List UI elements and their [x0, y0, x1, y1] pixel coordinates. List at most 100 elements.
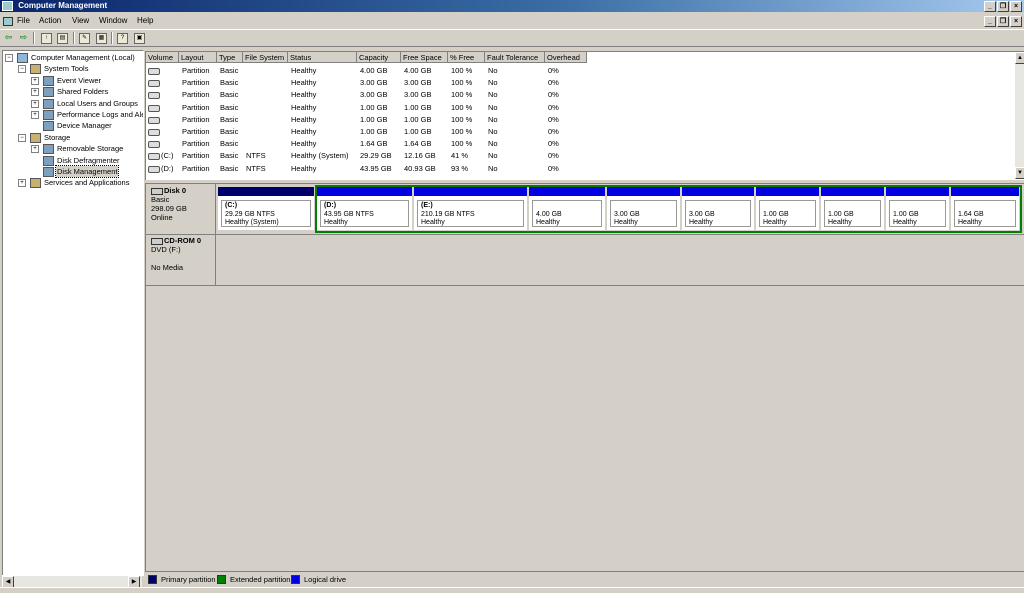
table-cell: 3.00 GB [404, 90, 432, 100]
child-restore-button[interactable]: ❐ [997, 16, 1009, 27]
table-row[interactable]: Partition Basic Healthy 4.00 GB 4.00 GB 100 %… [146, 65, 1006, 76]
partition-size: 1.00 GB [763, 210, 789, 218]
column-header[interactable]: Capacity [357, 52, 401, 63]
partition-block[interactable]: 3.00 GB Healthy [682, 187, 754, 230]
menu-help[interactable]: Help [137, 16, 153, 25]
partition-block[interactable]: 1.64 GB Healthy [951, 187, 1019, 230]
partition-block[interactable]: 1.00 GB Healthy [821, 187, 884, 230]
close-button[interactable]: × [1010, 1, 1022, 12]
system-menu-icon[interactable] [3, 17, 13, 26]
tree-item[interactable]: + Shared Folders [3, 86, 143, 98]
disk-detail [151, 254, 215, 263]
disk-label[interactable]: CD-ROM 0 DVD (F:) No Media [146, 234, 216, 285]
scroll-up-icon[interactable]: ▲ [1015, 52, 1024, 64]
column-header[interactable]: Free Space [401, 52, 448, 63]
table-row[interactable]: Partition Basic Healthy 3.00 GB 3.00 GB 100 %… [146, 89, 1006, 100]
scroll-down-icon[interactable]: ▼ [1015, 167, 1024, 179]
table-cell: Basic [220, 66, 239, 75]
minimize-button[interactable]: _ [984, 1, 996, 12]
column-header[interactable]: % Free [448, 52, 485, 63]
tree-item[interactable]: Disk Management [3, 165, 143, 178]
expand-icon[interactable]: + [31, 99, 39, 108]
column-header[interactable]: Volume [146, 52, 179, 63]
table-row[interactable]: (C:) Partition Basic NTFS Healthy (System) 29… [146, 150, 1006, 161]
table-row[interactable]: (D:) Partition Basic NTFS Healthy 43.95 GB 40.… [146, 163, 1006, 174]
column-header[interactable]: Status [288, 52, 357, 63]
expand-icon[interactable]: + [31, 88, 39, 97]
device-manager-icon [43, 121, 54, 132]
tree-item[interactable]: + Event Viewer [3, 75, 143, 86]
tree-horizontal-scrollbar[interactable]: ◀ ▶ [2, 575, 142, 588]
partition-block[interactable]: 1.00 GB Healthy [886, 187, 949, 230]
tree-item[interactable]: + Performance Logs and Alerts [3, 109, 143, 120]
partition-size: 210.19 GB NTFS [421, 210, 475, 218]
column-header[interactable]: Overhead [545, 52, 587, 63]
partition-status: Healthy [958, 219, 982, 226]
expand-icon[interactable]: + [18, 179, 26, 188]
tree-item[interactable]: − System Tools [3, 63, 143, 75]
forward-arrow-icon[interactable]: ⇨ [18, 32, 29, 43]
tree-item[interactable]: − Storage [3, 132, 143, 143]
title-bar[interactable]: Computer Management _ ❐ × [0, 0, 1024, 12]
console-tree-icon[interactable]: ▣ [134, 33, 145, 44]
table-cell: 93 % [451, 163, 469, 173]
table-cell: 1.00 GB [404, 114, 432, 124]
console-tree[interactable]: − Computer Management (Local) − System Tool… [2, 50, 144, 576]
collapse-icon[interactable]: − [5, 54, 13, 62]
menu-window[interactable]: Window [99, 16, 127, 25]
menu-file[interactable]: File [17, 16, 30, 25]
properties-icon[interactable]: ✎ [79, 33, 90, 44]
partition-block[interactable]: (E:) 210.19 GB NTFS Healthy [414, 187, 527, 230]
export-list-icon[interactable]: ▦ [96, 33, 107, 44]
menu-action[interactable]: Action [39, 16, 61, 25]
table-cell: 1.00 GB [360, 127, 388, 136]
child-close-button[interactable]: × [1010, 16, 1022, 27]
table-row[interactable]: Partition Basic Healthy 1.64 GB 1.64 GB 100 %… [146, 138, 1006, 149]
show-hide-tree-icon[interactable]: ▤ [57, 33, 68, 44]
tree-item[interactable]: Device Manager [3, 120, 143, 132]
partition-block[interactable]: (D:) 43.95 GB NTFS Healthy [317, 187, 412, 230]
tree-item[interactable]: + Services and Applications [3, 177, 143, 189]
collapse-icon[interactable]: − [18, 65, 26, 74]
partition-block[interactable]: 3.00 GB Healthy [607, 187, 680, 230]
partition-info: 3.00 GB Healthy [685, 200, 751, 227]
expand-icon[interactable]: + [31, 145, 39, 154]
column-header[interactable]: Type [217, 52, 243, 63]
table-cell: No [488, 66, 498, 75]
partition-size: 3.00 GB [689, 210, 715, 218]
table-row[interactable]: Partition Basic Healthy 1.00 GB 1.00 GB 100 %… [146, 126, 1006, 137]
table-cell: 0% [548, 78, 559, 88]
collapse-icon[interactable]: − [18, 133, 26, 142]
back-arrow-icon[interactable]: ⇦ [3, 32, 14, 43]
restore-button[interactable]: ❐ [997, 1, 1009, 12]
expand-icon[interactable]: + [31, 111, 39, 119]
table-row[interactable]: Partition Basic Healthy 1.00 GB 1.00 GB 100 %… [146, 102, 1006, 113]
child-minimize-button[interactable]: _ [984, 16, 996, 27]
table-row[interactable]: Partition Basic Healthy 1.00 GB 1.00 GB 100 %… [146, 114, 1006, 125]
disk-label[interactable]: Disk 0 Basic 298.09 GB Online [146, 184, 216, 234]
partition-block[interactable]: (C:) 29.29 GB NTFS Healthy (System) [218, 187, 314, 230]
table-cell: 4.00 GB [360, 66, 388, 75]
partition-block[interactable]: 4.00 GB Healthy [529, 187, 605, 230]
partition-info: 3.00 GB Healthy [610, 200, 677, 227]
expand-icon[interactable]: + [31, 76, 39, 85]
tree-item[interactable]: + Local Users and Groups [3, 98, 143, 109]
column-header[interactable]: File System [243, 52, 288, 63]
column-header[interactable]: Fault Tolerance [485, 52, 545, 63]
tree-item[interactable]: + Removable Storage [3, 143, 143, 155]
menu-view[interactable]: View [72, 16, 89, 25]
up-level-icon[interactable]: ↑ [41, 33, 52, 44]
event-viewer-icon [43, 75, 54, 86]
column-header[interactable]: Layout [179, 52, 217, 63]
table-row[interactable]: Partition Basic Healthy 3.00 GB 3.00 GB 100 %… [146, 77, 1006, 88]
partition-block[interactable]: 1.00 GB Healthy [756, 187, 819, 230]
tree-item[interactable]: − Computer Management (Local) [3, 52, 143, 63]
disk-detail: Basic [151, 195, 170, 204]
tree-item[interactable]: Disk Defragmenter [3, 155, 143, 166]
logical-drive-bar [529, 187, 605, 196]
partition-info: (D:) 43.95 GB NTFS Healthy [320, 200, 409, 227]
disk-graphical-view: Disk 0 Basic 298.09 GB Online (C:) 29.29 GB N… [145, 183, 1024, 572]
help-icon[interactable]: ? [117, 33, 128, 44]
partition-label [828, 202, 877, 211]
volume-list-scrollbar[interactable]: ▲ ▼ [1015, 52, 1024, 179]
